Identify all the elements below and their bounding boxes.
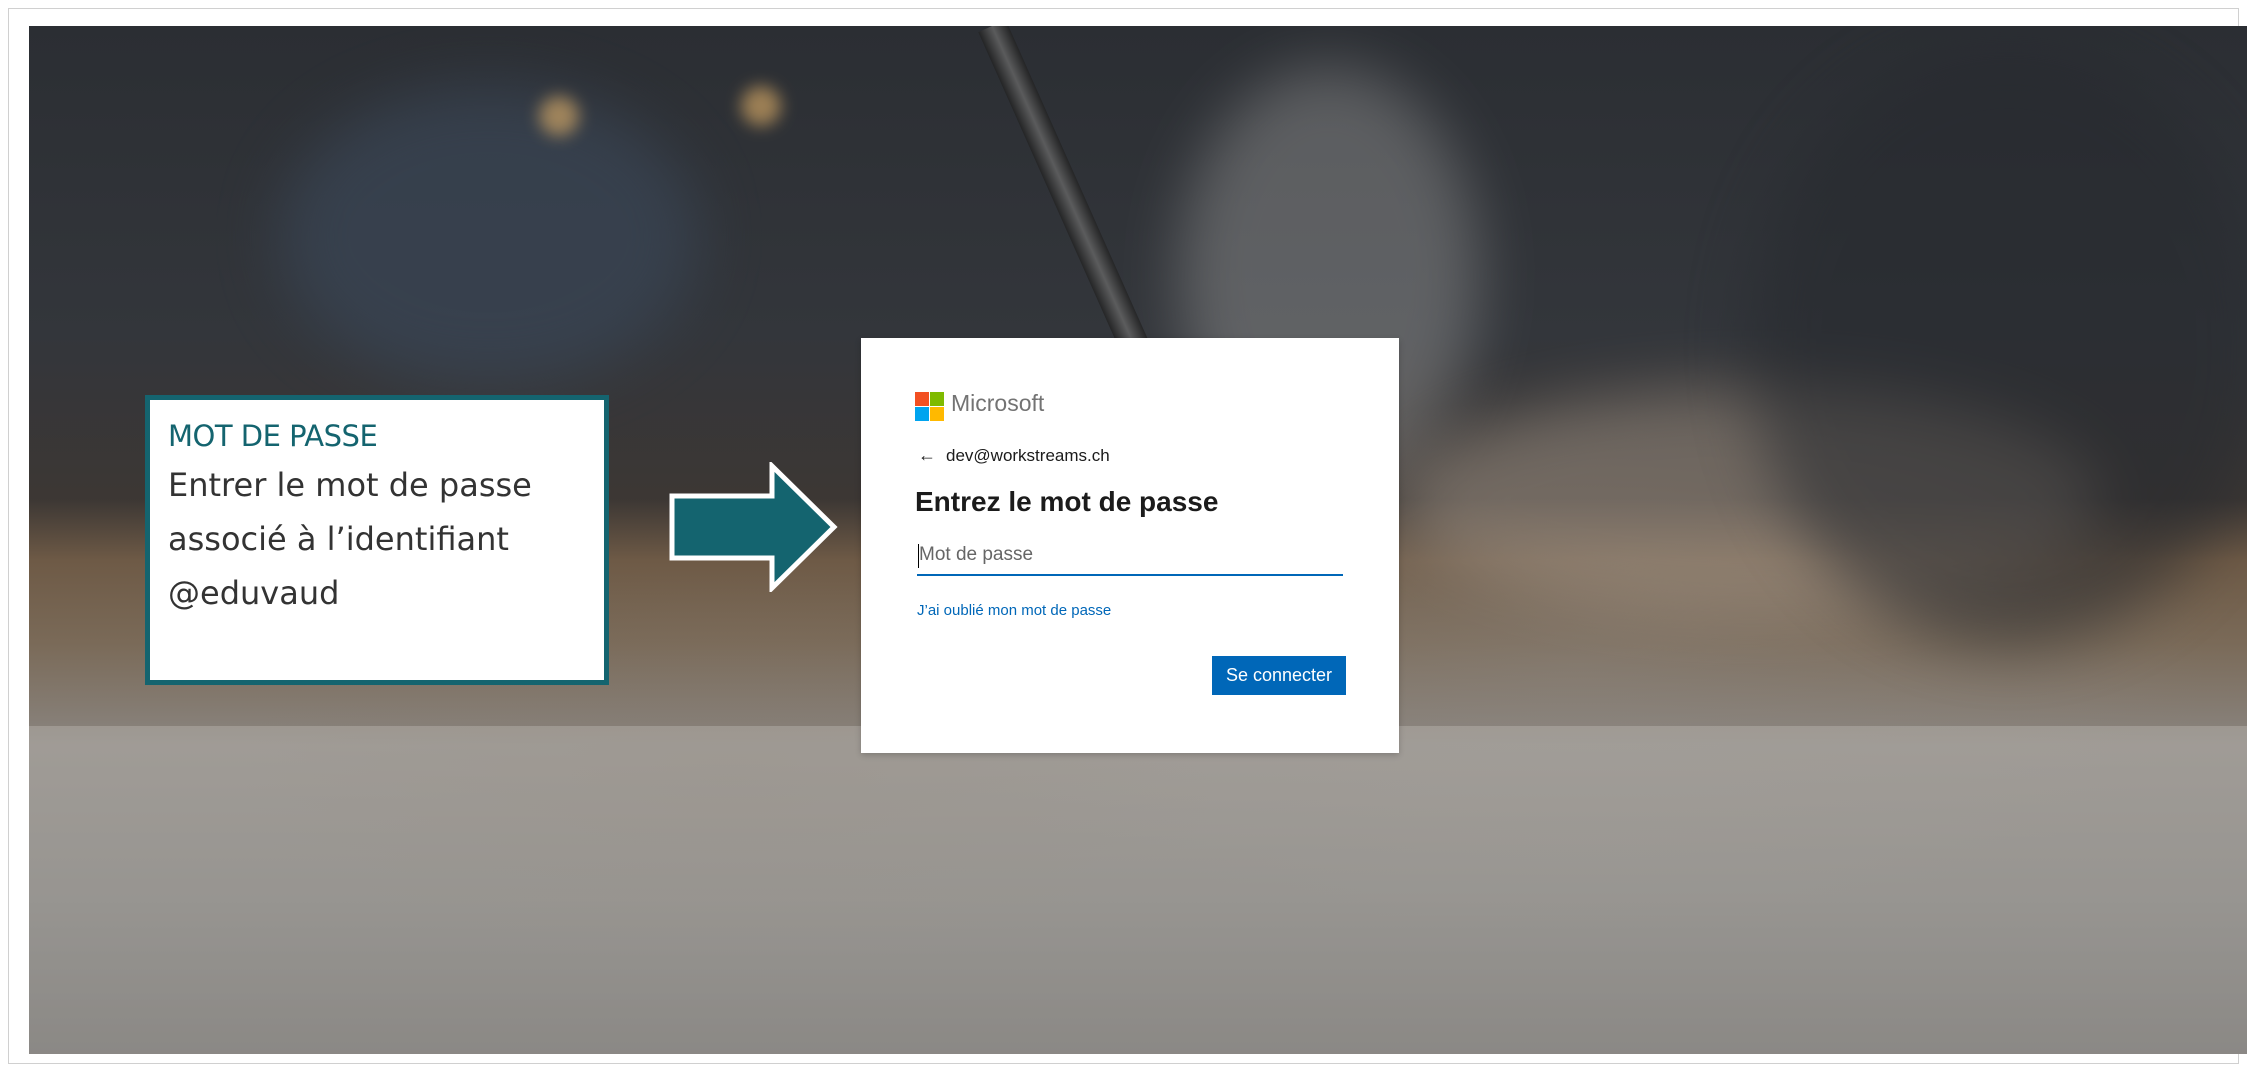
callout-text: Entrer le mot de passe associé à l’ident… (168, 458, 586, 620)
pointer-arrow-icon (669, 462, 838, 592)
signin-button[interactable]: Se connecter (1212, 656, 1346, 695)
callout-line: Entrer le mot de passe (168, 466, 532, 504)
microsoft-logo-icon (915, 392, 944, 421)
callout-title: MOT DE PASSE (168, 419, 378, 453)
brand-name: Microsoft (951, 390, 1045, 416)
arrow-left-icon: ← (918, 445, 936, 465)
account-email: dev@workstreams.ch (946, 445, 1110, 465)
password-input[interactable] (917, 536, 1343, 576)
instruction-callout: MOT DE PASSE Entrer le mot de passe asso… (145, 395, 609, 685)
text-caret (918, 544, 919, 568)
page-title: Entrez le mot de passe (915, 486, 1219, 517)
signin-card: Microsoft ← dev@workstreams.ch Entrez le… (861, 338, 1399, 753)
callout-line: @eduvaud (168, 574, 340, 612)
forgot-password-link[interactable]: J’ai oublié mon mot de passe (917, 602, 1111, 619)
callout-line: associé à l’identifiant (168, 520, 509, 558)
account-back-button[interactable]: ← dev@workstreams.ch (918, 445, 1110, 466)
